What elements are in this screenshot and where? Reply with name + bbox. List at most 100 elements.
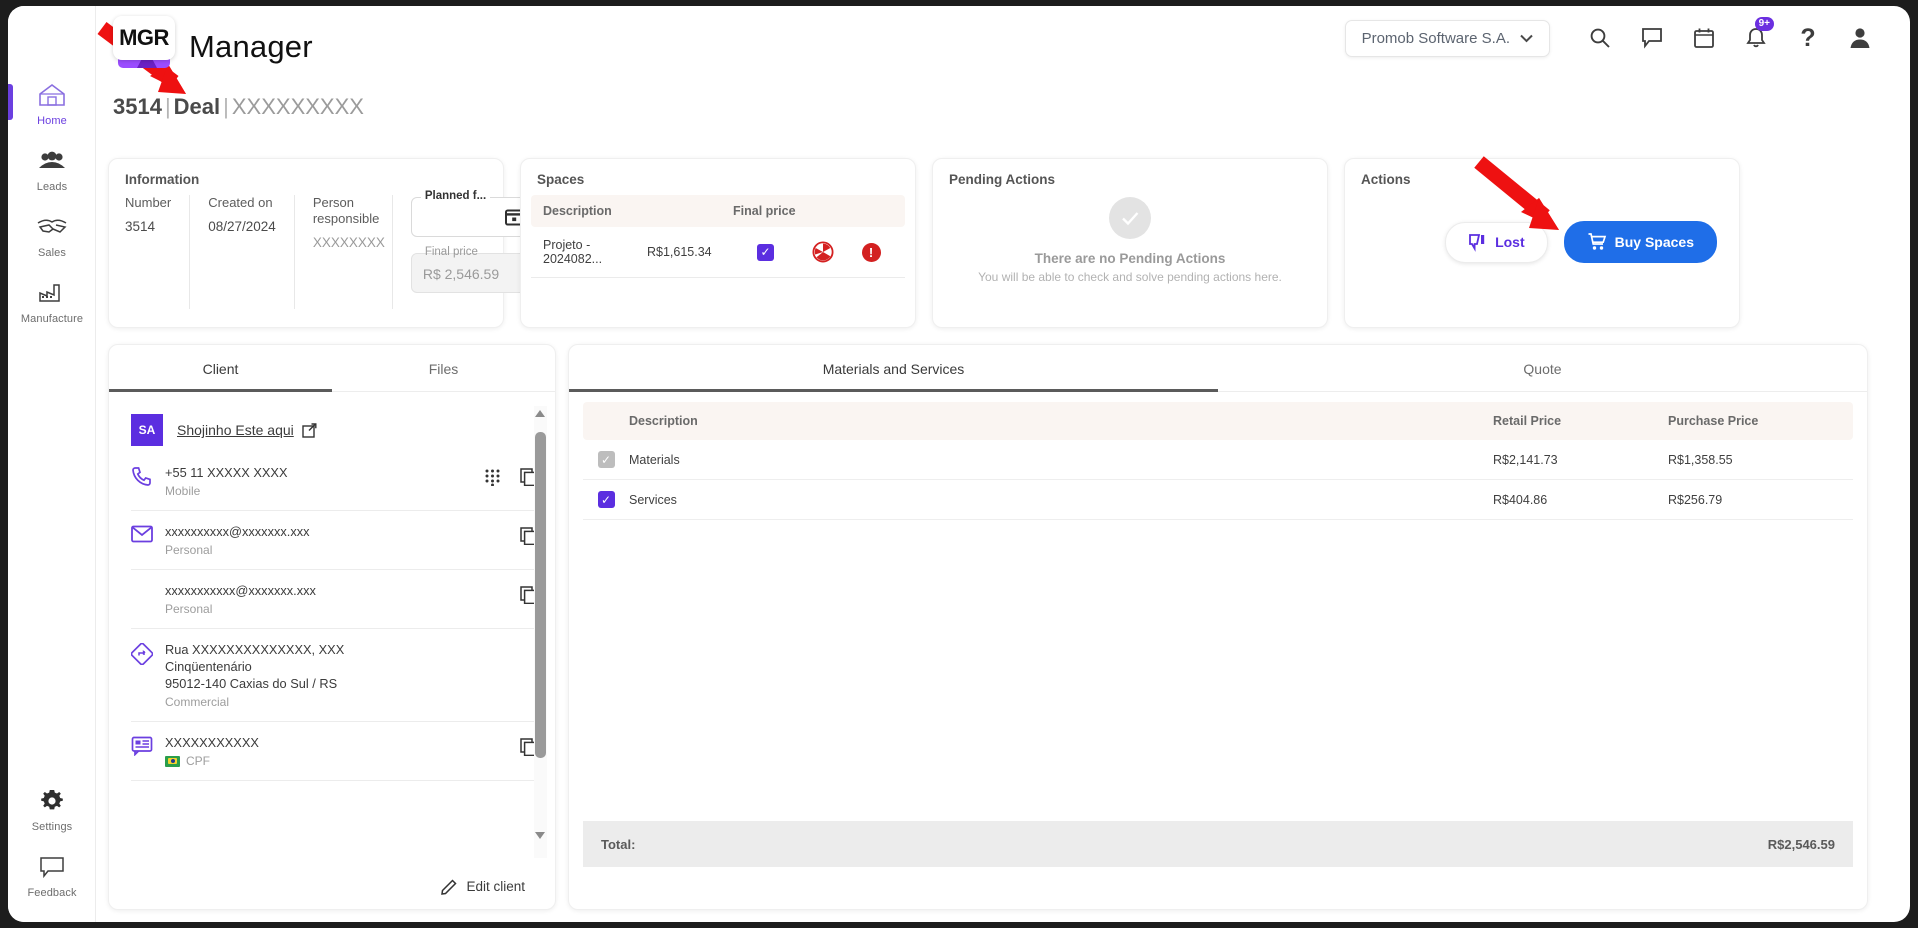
br-flag-icon xyxy=(165,755,180,767)
information-card: Information Number 3514 Created on 08/27… xyxy=(108,158,533,328)
thumbs-down-icon xyxy=(1469,233,1485,252)
phone-subtitle: Mobile xyxy=(165,484,201,498)
tab-client[interactable]: Client xyxy=(109,345,332,392)
phone-icon xyxy=(131,464,165,492)
calendar-icon[interactable] xyxy=(1678,18,1730,58)
info-person-column: Person responsible XXXXXXXX xyxy=(313,195,393,309)
checkbox-checked-icon: ✓ xyxy=(597,491,615,508)
notifications-icon[interactable]: 9+ xyxy=(1730,17,1782,58)
address-subtitle: Commercial xyxy=(165,695,230,709)
spaces-col-final-price: Final price xyxy=(733,204,796,218)
help-glyph: ? xyxy=(1800,23,1816,52)
materials-panel: Materials and Services Quote Description… xyxy=(568,344,1868,910)
sidebar-item-sales[interactable]: Sales xyxy=(8,210,96,259)
table-row[interactable]: ✓ Services R$404.86 R$256.79 xyxy=(583,480,1853,520)
table-row[interactable]: ✓ Materials R$2,141.73 R$1,358.55 xyxy=(583,440,1853,480)
contact-email-row-2: xxxxxxxxxxx@xxxxxxx.xxx Personal xyxy=(131,570,537,629)
services-row-checkbox[interactable]: ✓ xyxy=(583,491,629,508)
buy-spaces-button[interactable]: Buy Spaces xyxy=(1563,221,1717,263)
table-row[interactable]: Projeto - 2024082... R$1,615.34 ✓ ! xyxy=(531,227,905,278)
materials-row-purchase-price: R$1,358.55 xyxy=(1668,452,1733,467)
client-scrollbar-thumb[interactable] xyxy=(535,432,546,758)
materials-col-retail-price: Retail Price xyxy=(1493,414,1562,428)
sidebar-item-label: Feedback xyxy=(27,887,77,899)
actions-card-title: Actions xyxy=(1361,172,1411,187)
contact-phone-row: +55 11 XXXXX XXXX Mobile xyxy=(131,452,537,511)
scroll-up-arrow-icon[interactable] xyxy=(535,410,545,417)
materials-row-checkbox[interactable]: ✓ xyxy=(583,451,629,468)
tab-materials-and-services[interactable]: Materials and Services xyxy=(569,345,1218,392)
home-icon xyxy=(37,78,67,112)
planned-for-field[interactable]: Planned f... xyxy=(410,190,533,237)
phone-info: +55 11 XXXXX XXXX Mobile xyxy=(165,464,485,498)
address-line-2: Cinqüentenário xyxy=(165,659,252,674)
document-value: XXXXXXXXXXX xyxy=(165,735,259,750)
tab-files[interactable]: Files xyxy=(332,345,555,391)
deal-name: XXXXXXXXX xyxy=(231,94,364,119)
lost-button-label: Lost xyxy=(1495,234,1525,250)
tab-quote[interactable]: Quote xyxy=(1218,345,1867,391)
shopping-cart-icon xyxy=(1588,233,1606,250)
external-link-icon xyxy=(302,422,317,438)
help-icon[interactable]: ? xyxy=(1782,18,1834,58)
pending-actions-card-title: Pending Actions xyxy=(949,172,1056,187)
edit-client-label: Edit client xyxy=(466,879,525,894)
search-icon[interactable] xyxy=(1574,18,1626,58)
speech-bubble-icon xyxy=(38,850,66,884)
sidebar-item-leads[interactable]: Leads xyxy=(8,144,96,193)
address-info: Rua XXXXXXXXXXXXXX, XXX Cinqüentenário 9… xyxy=(165,641,537,709)
space-status-button[interactable] xyxy=(797,241,849,263)
checkbox-checked-icon: ✓ xyxy=(757,243,774,261)
email-info-2: xxxxxxxxxxx@xxxxxxx.xxx Personal xyxy=(165,582,520,616)
document-subtitle-wrap: CPF xyxy=(165,754,520,768)
scroll-down-arrow-icon[interactable] xyxy=(535,832,545,839)
final-price-label: Final price xyxy=(424,246,478,258)
actions-card: Actions Lost Buy Spaces xyxy=(1344,158,1740,328)
email-value: xxxxxxxxxx@xxxxxxx.xxx xyxy=(165,524,310,539)
email-info-1: xxxxxxxxxx@xxxxxxx.xxx Personal xyxy=(165,523,520,557)
info-created-value: 08/27/2024 xyxy=(208,219,276,234)
planned-for-label: Planned f... xyxy=(420,190,491,202)
account-icon[interactable] xyxy=(1834,18,1886,58)
document-icon xyxy=(131,734,165,761)
pencil-icon xyxy=(441,879,458,895)
client-panel: Client Files SA Shojinho Este aqui +55 1… xyxy=(108,344,556,910)
chevron-down-icon xyxy=(1520,34,1533,42)
sidebar-item-label: Manufacture xyxy=(20,313,84,325)
final-price-value: R$ 2,546.59 xyxy=(422,266,500,282)
notification-badge: 9+ xyxy=(1754,17,1774,31)
sidebar-item-settings[interactable]: Settings xyxy=(8,784,96,833)
address-line-1: Rua XXXXXXXXXXXXXX, XXX xyxy=(165,642,345,657)
title-separator-1: | xyxy=(164,94,171,119)
sidebar-item-manufacture[interactable]: Manufacture xyxy=(8,276,96,325)
pending-actions-empty-state: There are no Pending Actions You will be… xyxy=(933,197,1327,284)
deal-number: 3514 xyxy=(113,94,162,119)
lost-button[interactable]: Lost xyxy=(1445,221,1548,263)
organization-selector[interactable]: Promob Software S.A. xyxy=(1344,19,1550,57)
space-final-price: R$1,615.34 xyxy=(647,245,712,259)
pending-empty-title: There are no Pending Actions xyxy=(1034,251,1226,266)
sidebar-item-label: Settings xyxy=(31,821,73,833)
email-value: xxxxxxxxxxx@xxxxxxx.xxx xyxy=(165,583,316,598)
materials-row-description: Materials xyxy=(629,452,680,467)
sidebar-item-feedback[interactable]: Feedback xyxy=(8,850,96,899)
information-columns: Number 3514 Created on 08/27/2024 Person… xyxy=(109,190,533,309)
dialpad-icon[interactable] xyxy=(485,469,500,491)
info-person-label: Person responsible xyxy=(312,195,380,226)
space-checkbox[interactable]: ✓ xyxy=(757,243,797,261)
gear-icon xyxy=(39,784,65,818)
space-alert-button[interactable]: ! xyxy=(849,242,893,262)
client-name-link[interactable]: Shojinho Este aqui xyxy=(177,422,317,438)
total-value: R$2,546.59 xyxy=(1767,836,1835,852)
chat-icon[interactable] xyxy=(1626,18,1678,58)
services-row-purchase-price: R$256.79 xyxy=(1668,492,1723,507)
app-title: Manager xyxy=(189,29,313,64)
info-number-label: Number xyxy=(125,195,172,210)
sidebar-item-home[interactable]: Home xyxy=(8,78,96,127)
pending-empty-subtitle: You will be able to check and solve pend… xyxy=(978,270,1282,284)
logo-text: MGR xyxy=(113,16,175,60)
edit-client-button[interactable]: Edit client xyxy=(441,878,525,895)
services-row-description: Services xyxy=(629,492,677,507)
spaces-table-header: Description Final price xyxy=(531,195,905,227)
location-icon xyxy=(130,641,165,670)
